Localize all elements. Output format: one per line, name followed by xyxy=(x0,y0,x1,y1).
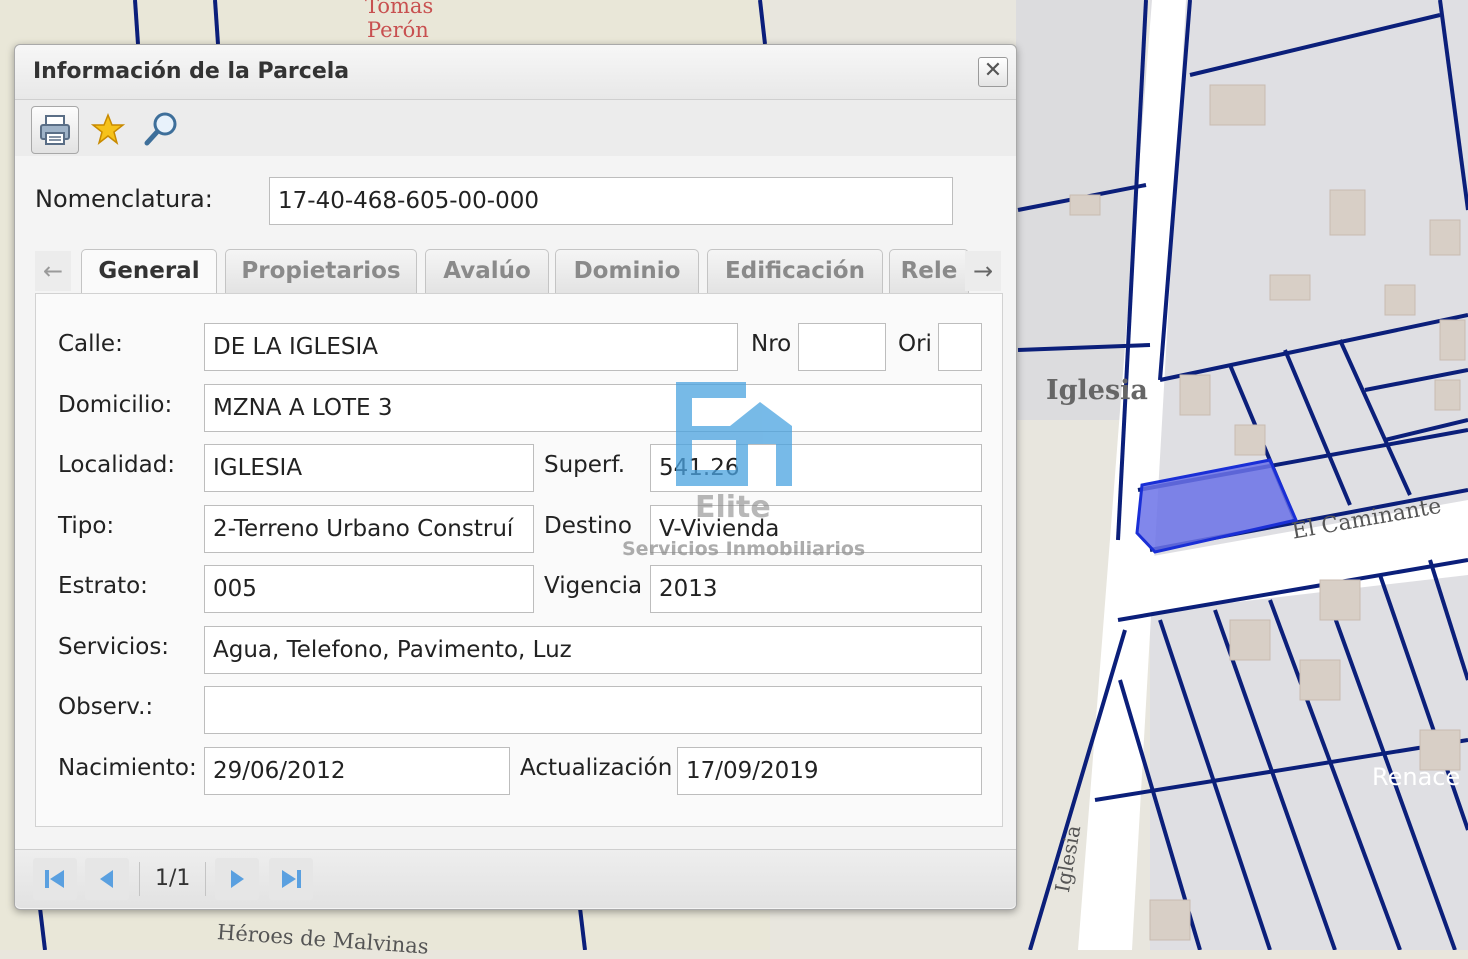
general-tab-panel: Calle: Nro Ori Domicilio: Localidad: Sup… xyxy=(35,293,1003,827)
observaciones-field[interactable] xyxy=(204,686,982,734)
tab-bar: ← General Propietarios Avalúo Dominio Ed… xyxy=(35,245,1003,295)
arrow-left-icon: ← xyxy=(42,257,64,285)
first-page-icon xyxy=(45,870,64,888)
tab-edificacion[interactable]: Edificación xyxy=(707,249,883,293)
tab-general[interactable]: General xyxy=(81,249,217,295)
dialog-toolbar xyxy=(15,100,1016,156)
tipo-label: Tipo: xyxy=(58,513,115,539)
print-button[interactable] xyxy=(31,106,79,154)
nomenclatura-field[interactable] xyxy=(269,177,953,225)
favorite-button[interactable] xyxy=(85,106,131,152)
estrato-field[interactable] xyxy=(204,565,534,613)
previous-page-icon xyxy=(100,870,113,888)
ori-label: Ori xyxy=(898,331,932,357)
arrow-right-icon: → xyxy=(972,257,994,285)
tab-propietarios[interactable]: Propietarios xyxy=(225,249,417,293)
vigencia-label: Vigencia xyxy=(544,573,643,599)
calle-label: Calle: xyxy=(58,331,123,357)
next-page-icon xyxy=(231,870,244,888)
zoom-to-parcel-button[interactable] xyxy=(139,106,185,152)
printer-icon xyxy=(40,115,70,145)
servicios-field[interactable] xyxy=(204,626,982,674)
dialog-title: Información de la Parcela xyxy=(33,59,350,84)
map-label-right-edge: Renace xyxy=(1372,763,1461,791)
star-icon xyxy=(91,112,125,145)
pager-divider xyxy=(139,862,140,896)
map-label-town: Iglesia xyxy=(1046,375,1148,406)
close-button[interactable]: ✕ xyxy=(978,57,1008,87)
localidad-label: Localidad: xyxy=(58,452,176,478)
nacimiento-field[interactable] xyxy=(204,747,510,795)
pagination-bar: 1/1 xyxy=(15,849,1016,908)
tab-dominio[interactable]: Dominio xyxy=(555,249,699,293)
watermark-brand-name: Elite xyxy=(695,490,771,525)
actualizacion-label: Actualización xyxy=(520,755,673,781)
estrato-label: Estrato: xyxy=(58,573,148,599)
actualizacion-field[interactable] xyxy=(677,747,982,795)
ori-field[interactable] xyxy=(938,323,982,371)
vigencia-field[interactable] xyxy=(650,565,982,613)
first-page-button[interactable] xyxy=(33,858,77,900)
domicilio-label: Domicilio: xyxy=(58,392,173,418)
domicilio-field[interactable] xyxy=(204,384,982,432)
destino-label: Destino xyxy=(544,513,632,539)
nro-label: Nro xyxy=(751,331,792,357)
nacimiento-label: Nacimiento: xyxy=(58,755,197,781)
watermark-brand-subtitle: Servicios Inmobiliarios xyxy=(622,538,866,560)
tipo-field[interactable] xyxy=(204,505,534,553)
tab-avaluo[interactable]: Avalúo xyxy=(425,249,549,293)
next-page-button[interactable] xyxy=(215,858,259,900)
nomenclatura-label: Nomenclatura: xyxy=(35,185,213,213)
superficie-label: Superf. xyxy=(544,452,626,478)
pager-divider xyxy=(205,862,206,896)
magnifier-icon xyxy=(144,112,177,146)
tab-relevamiento[interactable]: Rele xyxy=(889,249,969,293)
calle-field[interactable] xyxy=(204,323,738,371)
last-page-button[interactable] xyxy=(269,858,313,900)
superficie-field[interactable] xyxy=(650,444,982,492)
parcel-info-dialog: Información de la Parcela ✕ Nomenclatura… xyxy=(14,44,1017,910)
observaciones-label: Observ.: xyxy=(58,694,154,720)
dialog-titlebar[interactable]: Información de la Parcela ✕ xyxy=(15,45,1016,100)
servicios-label: Servicios: xyxy=(58,634,170,660)
map-label-street-top-2: Perón xyxy=(367,18,429,42)
map-label-street-top: Tomás xyxy=(365,0,434,18)
previous-page-button[interactable] xyxy=(85,858,129,900)
tab-scroll-left-button[interactable]: ← xyxy=(35,251,71,291)
tab-scroll-right-button[interactable]: → xyxy=(965,251,1001,291)
localidad-field[interactable] xyxy=(204,444,534,492)
last-page-icon xyxy=(282,870,301,888)
page-indicator: 1/1 xyxy=(155,866,191,891)
nro-field[interactable] xyxy=(798,323,886,371)
